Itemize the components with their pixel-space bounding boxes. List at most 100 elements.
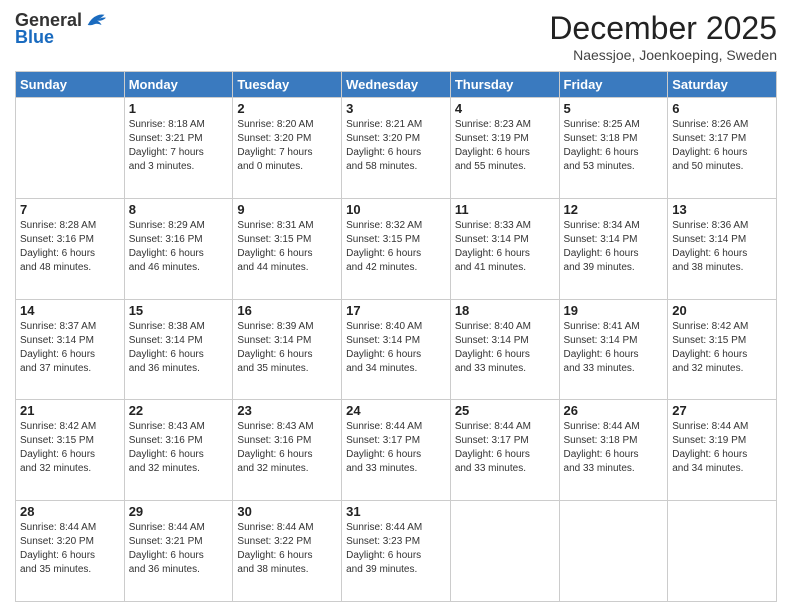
day-number: 5	[564, 101, 664, 116]
day-number: 28	[20, 504, 120, 519]
calendar-cell: 12Sunrise: 8:34 AMSunset: 3:14 PMDayligh…	[559, 198, 668, 299]
calendar-cell	[450, 501, 559, 602]
day-number: 30	[237, 504, 337, 519]
day-info: Sunrise: 8:21 AMSunset: 3:20 PMDaylight:…	[346, 118, 446, 174]
day-number: 15	[129, 303, 229, 318]
day-info: Sunrise: 8:43 AMSunset: 3:16 PMDaylight:…	[237, 420, 337, 476]
day-number: 31	[346, 504, 446, 519]
day-info: Sunrise: 8:44 AMSunset: 3:17 PMDaylight:…	[455, 420, 555, 476]
logo-bird-icon	[84, 10, 106, 32]
logo: General Blue	[15, 10, 106, 48]
day-info: Sunrise: 8:18 AMSunset: 3:21 PMDaylight:…	[129, 118, 229, 174]
header-row: Sunday Monday Tuesday Wednesday Thursday…	[16, 72, 777, 98]
day-number: 20	[672, 303, 772, 318]
day-number: 27	[672, 403, 772, 418]
day-info: Sunrise: 8:26 AMSunset: 3:17 PMDaylight:…	[672, 118, 772, 174]
title-section: December 2025 Naessjoe, Joenkoeping, Swe…	[549, 10, 777, 63]
day-info: Sunrise: 8:31 AMSunset: 3:15 PMDaylight:…	[237, 219, 337, 275]
day-number: 19	[564, 303, 664, 318]
day-info: Sunrise: 8:28 AMSunset: 3:16 PMDaylight:…	[20, 219, 120, 275]
day-info: Sunrise: 8:44 AMSunset: 3:18 PMDaylight:…	[564, 420, 664, 476]
calendar-cell: 9 Sunrise: 8:31 AMSunset: 3:15 PMDaylight…	[233, 198, 342, 299]
day-number: 18	[455, 303, 555, 318]
calendar-cell: 28Sunrise: 8:44 AMSunset: 3:20 PMDayligh…	[16, 501, 125, 602]
day-info: Sunrise: 8:44 AMSunset: 3:21 PMDaylight:…	[129, 521, 229, 577]
calendar-cell: 18 Sunrise: 8:40 AMSunset: 3:14 PMDayligh…	[450, 299, 559, 400]
header-thursday: Thursday	[450, 72, 559, 98]
day-number: 3	[346, 101, 446, 116]
calendar-cell: 4Sunrise: 8:23 AMSunset: 3:19 PMDaylight…	[450, 98, 559, 199]
calendar-subtitle: Naessjoe, Joenkoeping, Sweden	[549, 47, 777, 63]
calendar-cell: 25 Sunrise: 8:44 AMSunset: 3:17 PMDayligh…	[450, 400, 559, 501]
calendar-cell: 6 Sunrise: 8:26 AMSunset: 3:17 PMDaylight…	[668, 98, 777, 199]
day-info: Sunrise: 8:38 AMSunset: 3:14 PMDaylight:…	[129, 320, 229, 376]
day-number: 16	[237, 303, 337, 318]
week-row-3: 21Sunrise: 8:42 AMSunset: 3:15 PMDayligh…	[16, 400, 777, 501]
day-info: Sunrise: 8:37 AMSunset: 3:14 PMDaylight:…	[20, 320, 120, 376]
day-number: 17	[346, 303, 446, 318]
calendar-cell: 1Sunrise: 8:18 AMSunset: 3:21 PMDaylight…	[124, 98, 233, 199]
day-info: Sunrise: 8:44 AMSunset: 3:19 PMDaylight:…	[672, 420, 772, 476]
calendar-cell: 21Sunrise: 8:42 AMSunset: 3:15 PMDayligh…	[16, 400, 125, 501]
day-number: 6	[672, 101, 772, 116]
calendar-cell: 19Sunrise: 8:41 AMSunset: 3:14 PMDayligh…	[559, 299, 668, 400]
day-info: Sunrise: 8:29 AMSunset: 3:16 PMDaylight:…	[129, 219, 229, 275]
day-info: Sunrise: 8:44 AMSunset: 3:22 PMDaylight:…	[237, 521, 337, 577]
calendar-cell: 3 Sunrise: 8:21 AMSunset: 3:20 PMDaylight…	[342, 98, 451, 199]
calendar-body: 1Sunrise: 8:18 AMSunset: 3:21 PMDaylight…	[16, 98, 777, 602]
header: General Blue December 2025 Naessjoe, Joe…	[15, 10, 777, 63]
day-number: 21	[20, 403, 120, 418]
day-number: 8	[129, 202, 229, 217]
header-saturday: Saturday	[668, 72, 777, 98]
calendar-cell: 13 Sunrise: 8:36 AMSunset: 3:14 PMDayligh…	[668, 198, 777, 299]
header-monday: Monday	[124, 72, 233, 98]
calendar-title: December 2025	[549, 10, 777, 47]
day-info: Sunrise: 8:34 AMSunset: 3:14 PMDaylight:…	[564, 219, 664, 275]
day-info: Sunrise: 8:33 AMSunset: 3:14 PMDaylight:…	[455, 219, 555, 275]
calendar-cell: 26 Sunrise: 8:44 AMSunset: 3:18 PMDayligh…	[559, 400, 668, 501]
calendar-cell: 11 Sunrise: 8:33 AMSunset: 3:14 PMDayligh…	[450, 198, 559, 299]
day-number: 7	[20, 202, 120, 217]
day-number: 10	[346, 202, 446, 217]
week-row-1: 7 Sunrise: 8:28 AMSunset: 3:16 PMDaylight…	[16, 198, 777, 299]
day-number: 9	[237, 202, 337, 217]
day-number: 29	[129, 504, 229, 519]
day-info: Sunrise: 8:40 AMSunset: 3:14 PMDaylight:…	[455, 320, 555, 376]
week-row-2: 14 Sunrise: 8:37 AMSunset: 3:14 PMDayligh…	[16, 299, 777, 400]
calendar-table: Sunday Monday Tuesday Wednesday Thursday…	[15, 71, 777, 602]
day-info: Sunrise: 8:44 AMSunset: 3:17 PMDaylight:…	[346, 420, 446, 476]
calendar-cell: 23 Sunrise: 8:43 AMSunset: 3:16 PMDayligh…	[233, 400, 342, 501]
day-info: Sunrise: 8:44 AMSunset: 3:23 PMDaylight:…	[346, 521, 446, 577]
calendar-cell: 15 Sunrise: 8:38 AMSunset: 3:14 PMDayligh…	[124, 299, 233, 400]
calendar-cell: 10 Sunrise: 8:32 AMSunset: 3:15 PMDayligh…	[342, 198, 451, 299]
day-info: Sunrise: 8:40 AMSunset: 3:14 PMDaylight:…	[346, 320, 446, 376]
week-row-0: 1Sunrise: 8:18 AMSunset: 3:21 PMDaylight…	[16, 98, 777, 199]
calendar-cell: 14 Sunrise: 8:37 AMSunset: 3:14 PMDayligh…	[16, 299, 125, 400]
day-info: Sunrise: 8:36 AMSunset: 3:14 PMDaylight:…	[672, 219, 772, 275]
week-row-4: 28Sunrise: 8:44 AMSunset: 3:20 PMDayligh…	[16, 501, 777, 602]
calendar-cell: 8 Sunrise: 8:29 AMSunset: 3:16 PMDaylight…	[124, 198, 233, 299]
calendar-cell: 30 Sunrise: 8:44 AMSunset: 3:22 PMDayligh…	[233, 501, 342, 602]
calendar-cell: 27 Sunrise: 8:44 AMSunset: 3:19 PMDayligh…	[668, 400, 777, 501]
day-number: 22	[129, 403, 229, 418]
header-wednesday: Wednesday	[342, 72, 451, 98]
calendar-cell	[668, 501, 777, 602]
header-tuesday: Tuesday	[233, 72, 342, 98]
calendar-cell: 17 Sunrise: 8:40 AMSunset: 3:14 PMDayligh…	[342, 299, 451, 400]
day-info: Sunrise: 8:32 AMSunset: 3:15 PMDaylight:…	[346, 219, 446, 275]
day-info: Sunrise: 8:25 AMSunset: 3:18 PMDaylight:…	[564, 118, 664, 174]
day-number: 25	[455, 403, 555, 418]
calendar-cell: 29 Sunrise: 8:44 AMSunset: 3:21 PMDayligh…	[124, 501, 233, 602]
calendar-cell: 7 Sunrise: 8:28 AMSunset: 3:16 PMDaylight…	[16, 198, 125, 299]
day-info: Sunrise: 8:43 AMSunset: 3:16 PMDaylight:…	[129, 420, 229, 476]
page: General Blue December 2025 Naessjoe, Joe…	[0, 0, 792, 612]
calendar-cell: 31 Sunrise: 8:44 AMSunset: 3:23 PMDayligh…	[342, 501, 451, 602]
day-number: 13	[672, 202, 772, 217]
day-number: 23	[237, 403, 337, 418]
day-number: 14	[20, 303, 120, 318]
calendar-cell: 2Sunrise: 8:20 AMSunset: 3:20 PMDaylight…	[233, 98, 342, 199]
day-number: 11	[455, 202, 555, 217]
day-info: Sunrise: 8:39 AMSunset: 3:14 PMDaylight:…	[237, 320, 337, 376]
day-number: 24	[346, 403, 446, 418]
day-number: 26	[564, 403, 664, 418]
